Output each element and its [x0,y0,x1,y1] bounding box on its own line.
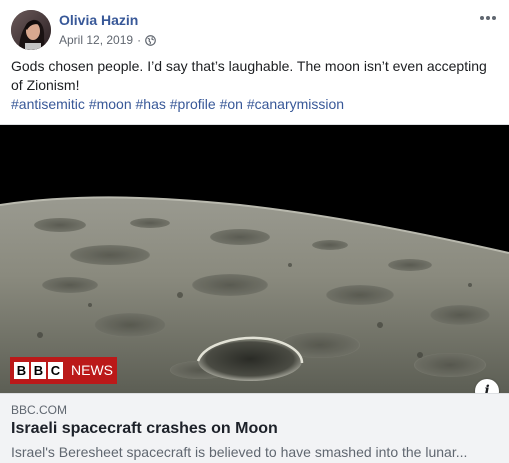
bbc-news-logo: B B C NEWS [10,357,117,384]
author-name[interactable]: Olivia Hazin [59,12,138,28]
hashtag-link[interactable]: #moon [89,96,132,112]
link-description: Israel's Beresheet spacecraft is believe… [11,444,468,460]
link-info-panel[interactable]: BBC.COM Israeli spacecraft crashes on Mo… [0,393,509,463]
link-preview-card[interactable]: B B C NEWS i BBC.COM Israeli spacecraft … [0,124,509,463]
hashtag-link[interactable]: #on [220,96,243,112]
more-options-icon[interactable] [477,8,499,28]
hashtags: #antisemitic #moon #has #profile #on #ca… [11,95,344,114]
link-source: BBC.COM [11,403,68,417]
post-date[interactable]: April 12, 2019 [59,33,133,47]
post-text: Gods chosen people. I’d say that’s laugh… [11,58,487,93]
moon-surface-image [0,125,509,393]
avatar[interactable] [11,10,51,50]
bbc-letter: C [48,362,63,379]
avatar-photo [11,10,51,50]
bbc-news-label: NEWS [67,360,117,381]
link-headline[interactable]: Israeli spacecraft crashes on Moon [11,420,278,438]
meta-separator: · [137,33,142,47]
bbc-logo-letters: B B C NEWS [10,357,117,384]
hashtag-link[interactable]: #profile [170,96,216,112]
bbc-letter: B [14,362,29,379]
hashtag-link[interactable]: #canarymission [247,96,344,112]
bbc-letter: B [31,362,46,379]
globe-icon[interactable] [145,34,156,46]
post-meta: April 12, 2019 · [59,33,156,47]
link-preview-image[interactable]: B B C NEWS i [0,125,509,393]
post-header: Olivia Hazin April 12, 2019 · [0,0,509,54]
facebook-post: Olivia Hazin April 12, 2019 · Gods chose… [0,0,509,463]
hashtag-link[interactable]: #has [136,96,166,112]
hashtag-link[interactable]: #antisemitic [11,96,85,112]
